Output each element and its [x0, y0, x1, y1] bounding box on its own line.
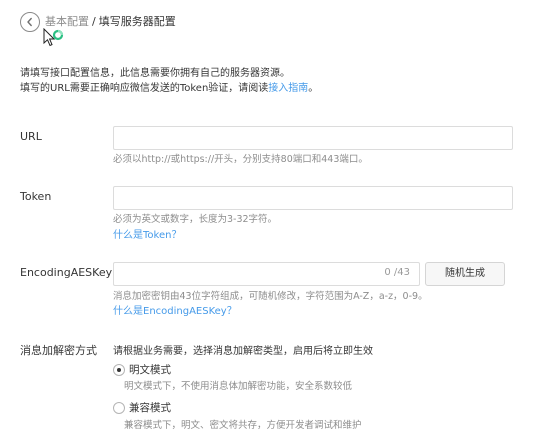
encryption-mode-label: 消息加解密方式	[20, 344, 97, 357]
plaintext-mode-tip: 明文模式下，不使用消息体加解密功能，安全系数较低	[124, 381, 353, 392]
breadcrumb-parent-link[interactable]: 基本配置	[45, 15, 89, 28]
token-tip: 必须为英文或数字，长度为3-32字符。	[113, 214, 278, 225]
intro-line-1: 请填写接口配置信息，此信息需要你拥有自己的服务器资源。	[20, 68, 290, 79]
access-guide-link[interactable]: 接入指南	[268, 83, 308, 94]
plaintext-mode-radio[interactable]	[113, 364, 125, 376]
compatible-mode-label[interactable]: 兼容模式	[129, 401, 171, 415]
intro-text: 请填写接口配置信息，此信息需要你拥有自己的服务器资源。 填写的URL需要正确响应…	[20, 66, 318, 96]
what-is-aes-key-link[interactable]: 什么是EncodingAESKey？	[113, 305, 237, 319]
back-button[interactable]	[20, 12, 40, 32]
random-generate-button[interactable]: 随机生成	[425, 262, 505, 286]
aes-key-char-counter: 0 /43	[384, 267, 410, 278]
url-tip: 必须以http://或https://开头，分别支持80端口和443端口。	[113, 154, 368, 165]
url-input[interactable]	[113, 126, 513, 150]
token-label: Token	[20, 190, 52, 203]
token-input[interactable]	[113, 186, 513, 210]
intro-line-2-prefix: 填写的URL需要正确响应微信发送的Token验证，请阅读	[20, 83, 269, 94]
chevron-left-circle-icon	[27, 17, 32, 27]
intro-line-2-suffix: 。	[308, 83, 319, 94]
breadcrumb-separator: /	[92, 15, 96, 28]
url-label: URL	[20, 130, 42, 143]
aes-key-tip: 消息加密密钥由43位字符组成，可随机修改，字符范围为A-Z，a-z，0-9。	[113, 291, 428, 302]
aes-key-label: EncodingAESKey	[20, 266, 113, 279]
breadcrumb-current: 填写服务器配置	[98, 15, 176, 28]
compatible-mode-radio[interactable]	[113, 402, 125, 414]
intro-line-2: 填写的URL需要正确响应微信发送的Token验证，请阅读接入指南。	[20, 81, 318, 96]
encryption-mode-description: 请根据业务需要，选择消息加解密类型，启用后将立即生效	[113, 346, 373, 357]
busy-pointer-cursor-icon	[43, 28, 64, 47]
plaintext-mode-label[interactable]: 明文模式	[129, 363, 171, 377]
what-is-token-link[interactable]: 什么是Token？	[113, 229, 181, 243]
compatible-mode-tip: 兼容模式下，明文、密文将共存，方便开发者调试和维护	[124, 420, 362, 431]
